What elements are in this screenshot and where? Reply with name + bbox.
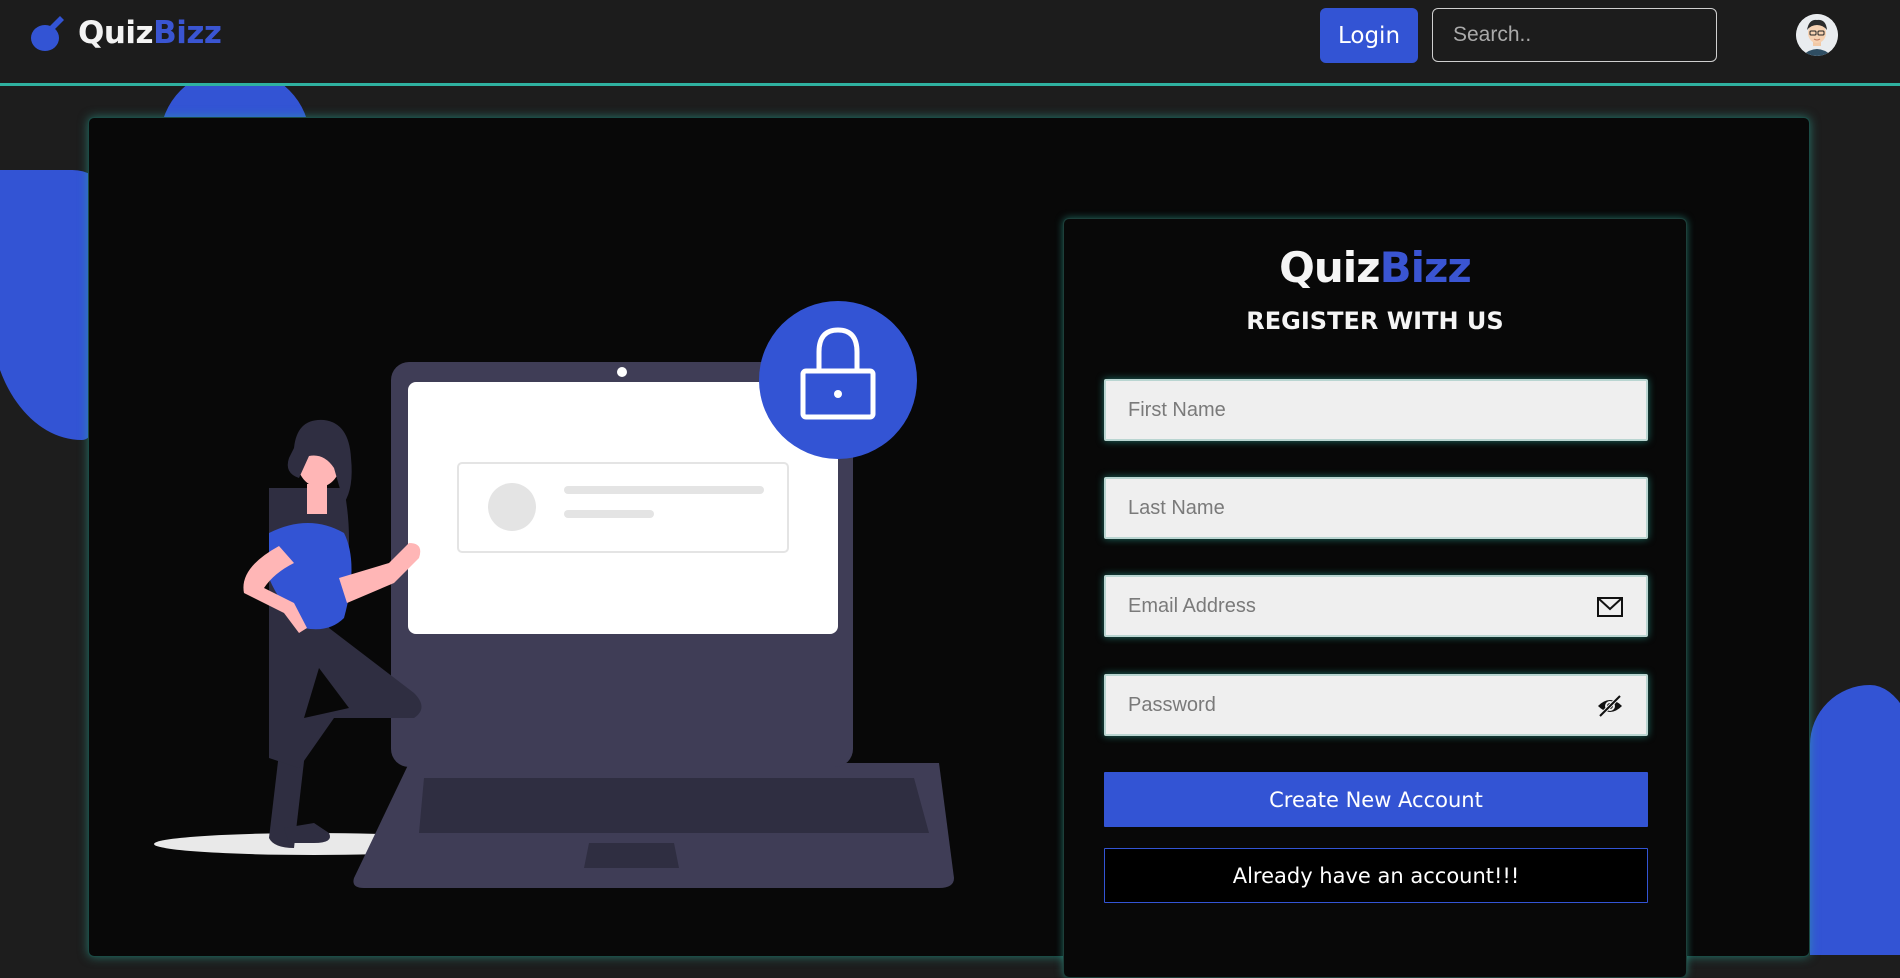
password-input[interactable] <box>1106 676 1646 734</box>
brand-name: QuizBizz <box>78 15 222 51</box>
form-brand-logo: QuizBizz <box>1064 243 1686 292</box>
last-name-field[interactable] <box>1104 477 1648 539</box>
first-name-field[interactable] <box>1104 379 1648 441</box>
last-name-input[interactable] <box>1106 479 1646 537</box>
form-heading: REGISTER WITH US <box>1246 307 1504 335</box>
register-card: QuizBizz REGISTER WITH US Cr <box>88 117 1810 978</box>
decorative-blob-left <box>0 170 100 440</box>
email-field[interactable] <box>1104 575 1648 637</box>
flask-icon <box>31 16 64 51</box>
create-account-button[interactable]: Create New Account <box>1104 772 1648 827</box>
user-avatar-icon <box>1796 14 1838 56</box>
login-button[interactable]: Login <box>1320 8 1418 63</box>
first-name-input[interactable] <box>1106 381 1646 439</box>
brand-part-1: Quiz <box>78 15 154 51</box>
login-illustration <box>154 301 954 888</box>
search-input[interactable] <box>1432 8 1717 62</box>
decorative-blob-right <box>1810 685 1900 955</box>
avatar[interactable] <box>1796 14 1838 56</box>
login-link-button[interactable]: Already have an account!!! <box>1104 848 1648 903</box>
register-form: QuizBizz REGISTER WITH US Cr <box>1063 218 1687 978</box>
form-brand-part-2: Bizz <box>1379 243 1472 292</box>
brand-part-2: Bizz <box>153 15 222 51</box>
envelope-icon <box>1597 597 1623 617</box>
brand-logo[interactable]: QuizBizz <box>30 14 222 52</box>
form-brand-part-1: Quiz <box>1279 243 1380 292</box>
password-field[interactable] <box>1104 674 1648 736</box>
email-input[interactable] <box>1106 577 1646 635</box>
eye-slash-icon[interactable] <box>1596 693 1624 719</box>
navbar: QuizBizz Login <box>0 0 1900 86</box>
